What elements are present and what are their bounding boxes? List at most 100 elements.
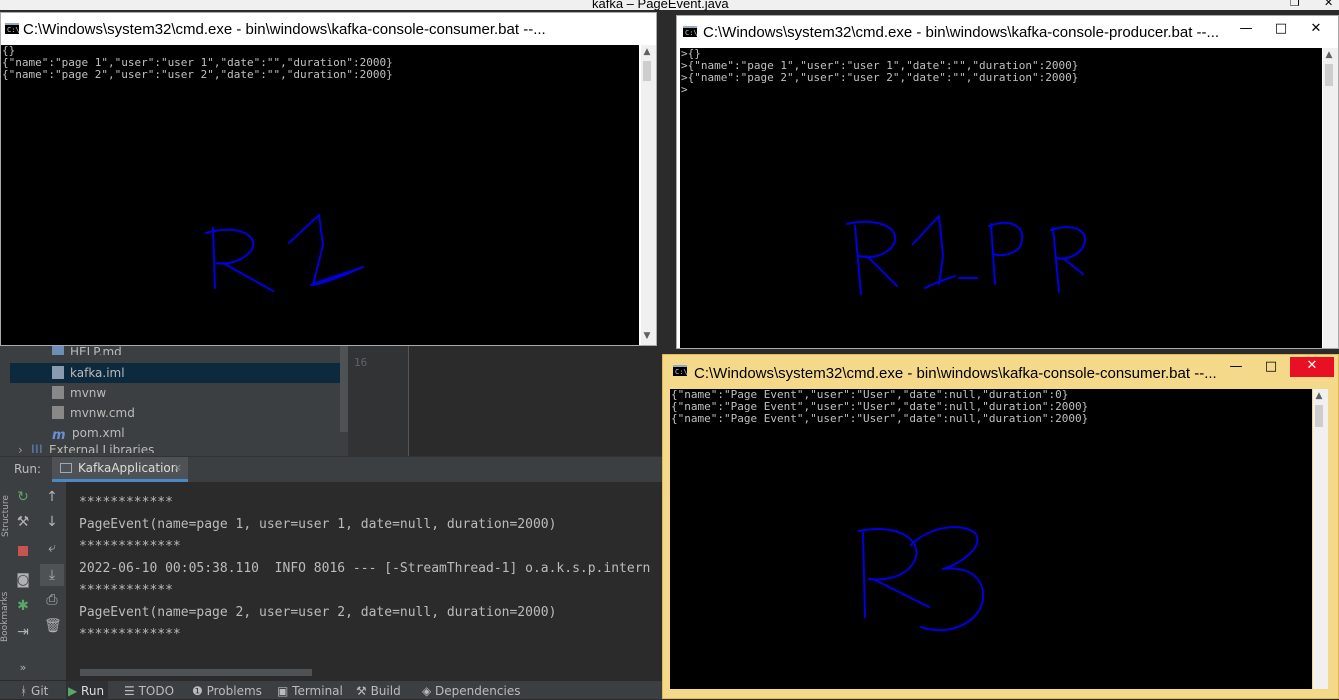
left-tool-strip: Structure Bookmarks (0, 482, 11, 680)
code-editor[interactable] (408, 346, 662, 456)
ide-close-icon[interactable]: ✕ (1324, 0, 1333, 9)
debug-icon[interactable]: ✱ (15, 598, 31, 614)
down-arrow-icon[interactable]: ↓ (44, 514, 60, 530)
git-tab[interactable]: ᚼ Git (20, 684, 48, 698)
todo-tab[interactable]: ☰ TODO (124, 684, 174, 698)
rerun-icon[interactable]: ↻ (15, 489, 31, 505)
console-hscrollbar[interactable] (80, 669, 312, 676)
terminal-tab[interactable]: ▣ Terminal (277, 684, 343, 698)
console-line: ************* (79, 539, 181, 554)
scroll-down-icon[interactable]: ▼ (641, 331, 653, 341)
more-icon[interactable]: » (15, 660, 31, 676)
tree-item-help[interactable]: HELP.md (52, 345, 122, 355)
tree-item-label: External Libraries (48, 443, 155, 453)
console-text: >{} >{"name":"page 1","user":"user 1","d… (681, 48, 1079, 96)
tree-item-mvnw-cmd[interactable]: mvnw.cmd (52, 403, 135, 423)
scroll-up-icon[interactable]: ▲ (1313, 391, 1325, 401)
problems-tab[interactable]: ❶ Problems (192, 684, 262, 698)
soft-wrap-icon[interactable]: ⤶ (44, 540, 60, 556)
scroll-to-end-icon[interactable]: ⤓ (40, 564, 64, 586)
tree-item-label: pom.xml (72, 426, 125, 440)
title-bar[interactable]: C:\ C:\Windows\system32\cmd.exe - bin\wi… (663, 355, 1338, 385)
markdown-file-icon (52, 345, 64, 355)
cmd-icon: C:\ (5, 23, 20, 34)
scroll-thumb[interactable] (1325, 64, 1333, 86)
cmd-icon: C:\ (683, 26, 698, 37)
console-screen[interactable]: >{} >{"name":"page 1","user":"user 1","d… (680, 48, 1322, 348)
console-screen[interactable]: {"name":"Page Event","user":"User","date… (670, 389, 1312, 689)
tab-label: Build (370, 684, 401, 698)
build-tab[interactable]: ⚒ Build (356, 684, 401, 698)
editor-gutter: 16 (348, 346, 408, 456)
console-line: ************ (79, 583, 173, 598)
window-title: C:\Windows\system32\cmd.exe - bin\window… (694, 365, 1217, 382)
maven-icon: m (52, 428, 66, 443)
cmd-window-producer[interactable]: C:\ C:\Windows\system32\cmd.exe - bin\wi… (676, 15, 1339, 349)
close-icon[interactable]: ✕ (1302, 20, 1330, 38)
scroll-up-icon[interactable]: ▲ (1323, 50, 1335, 60)
tree-item-label: mvnw (70, 386, 107, 400)
scroll-up-icon[interactable]: ▲ (641, 47, 653, 57)
tab-label: Git (31, 684, 49, 698)
tree-item-label: HELP.md (70, 345, 122, 355)
vertical-scrollbar[interactable]: ▲ (1313, 389, 1328, 689)
tree-item-external-libraries[interactable]: › ||| External Libraries (18, 443, 154, 453)
minimize-icon[interactable]: — (1232, 20, 1260, 38)
tab-label: KafkaApplication (78, 461, 179, 475)
stop-icon[interactable] (15, 544, 31, 560)
tab-kafka-application[interactable]: KafkaApplication × (52, 457, 188, 482)
ide-title-bar: kafka – PageEvent.java ❐ ✕ (0, 0, 1339, 11)
tab-label: Run (81, 684, 105, 698)
run-tab[interactable]: ▶ Run (66, 681, 109, 700)
console-text: {"name":"Page Event","user":"User","date… (671, 389, 1089, 425)
console-line: ************* (79, 627, 181, 642)
library-icon: ||| (30, 443, 43, 453)
wrench-icon[interactable]: ⚒ (15, 514, 31, 530)
tree-item-kafka-iml[interactable]: kafka.iml (10, 363, 345, 383)
hammer-icon: ⚒ (356, 684, 371, 698)
tree-item-label: kafka.iml (70, 366, 125, 380)
console-line: ************ (79, 495, 173, 510)
camera-icon[interactable]: ◙ (15, 572, 31, 588)
scroll-thumb[interactable] (1315, 405, 1323, 427)
minimize-icon[interactable]: — (1222, 358, 1250, 376)
console-line: PageEvent(name=page 2, user=user 2, date… (79, 605, 557, 620)
layers-icon: ◈ (422, 684, 436, 698)
trash-icon[interactable]: 🗑 (44, 618, 62, 634)
up-arrow-icon[interactable]: ↑ (44, 489, 60, 505)
script-file-icon (52, 386, 64, 399)
maximize-icon[interactable]: □ (1257, 358, 1285, 376)
run-toolbar: Run: KafkaApplication × (0, 456, 662, 482)
terminal-icon: ▣ (277, 684, 293, 698)
tree-item-mvnw[interactable]: mvnw (52, 383, 106, 403)
cmd-window-consumer-3[interactable]: C:\ C:\Windows\system32\cmd.exe - bin\wi… (662, 354, 1339, 699)
cmd-window-consumer-1[interactable]: C:\ C:\Windows\system32\cmd.exe - bin\wi… (0, 12, 657, 346)
scroll-thumb[interactable] (643, 61, 651, 81)
info-icon: ❶ (192, 684, 207, 698)
title-bar[interactable]: C:\ C:\Windows\system32\cmd.exe - bin\wi… (677, 16, 1338, 46)
close-icon[interactable]: ✕ (1290, 357, 1334, 377)
run-label: Run: (14, 462, 42, 476)
vertical-scrollbar[interactable]: ▲ ▼ (641, 45, 656, 345)
script-file-icon (52, 406, 64, 419)
dependencies-tab[interactable]: ◈ Dependencies (422, 684, 520, 698)
ide-restore-icon[interactable]: ❐ (1290, 0, 1300, 9)
maximize-icon[interactable]: □ (1267, 20, 1295, 38)
line-number: 16 (354, 356, 368, 369)
tree-scrollbar[interactable] (340, 346, 348, 432)
vertical-scrollbar[interactable]: ▲ (1323, 48, 1338, 348)
list-icon: ☰ (124, 684, 139, 698)
run-console[interactable]: ************ PageEvent(name=page 1, user… (66, 482, 662, 680)
tab-label: Dependencies (435, 684, 521, 698)
console-text: {} {"name":"page 1","user":"user 1","dat… (2, 45, 393, 81)
print-icon[interactable]: ⎙ (44, 592, 60, 608)
console-screen[interactable]: {} {"name":"page 1","user":"user 1","dat… (1, 45, 639, 345)
exit-icon[interactable]: ⇥ (15, 624, 31, 640)
chevron-right-icon: › (18, 443, 23, 453)
tree-item-label: mvnw.cmd (70, 406, 135, 420)
tree-item-pom[interactable]: m pom.xml (52, 423, 125, 443)
run-tool-column: ↻ ↑ ⚒ ↓ ⤶ ⤓ ◙ ⎙ ✱ ⇥ 🗑 » (8, 482, 66, 680)
close-tab-icon[interactable]: × (173, 461, 182, 474)
title-bar[interactable]: C:\ C:\Windows\system32\cmd.exe - bin\wi… (1, 13, 656, 43)
console-line: 2022-06-10 00:05:38.110 INFO 8016 --- [-… (79, 561, 651, 576)
